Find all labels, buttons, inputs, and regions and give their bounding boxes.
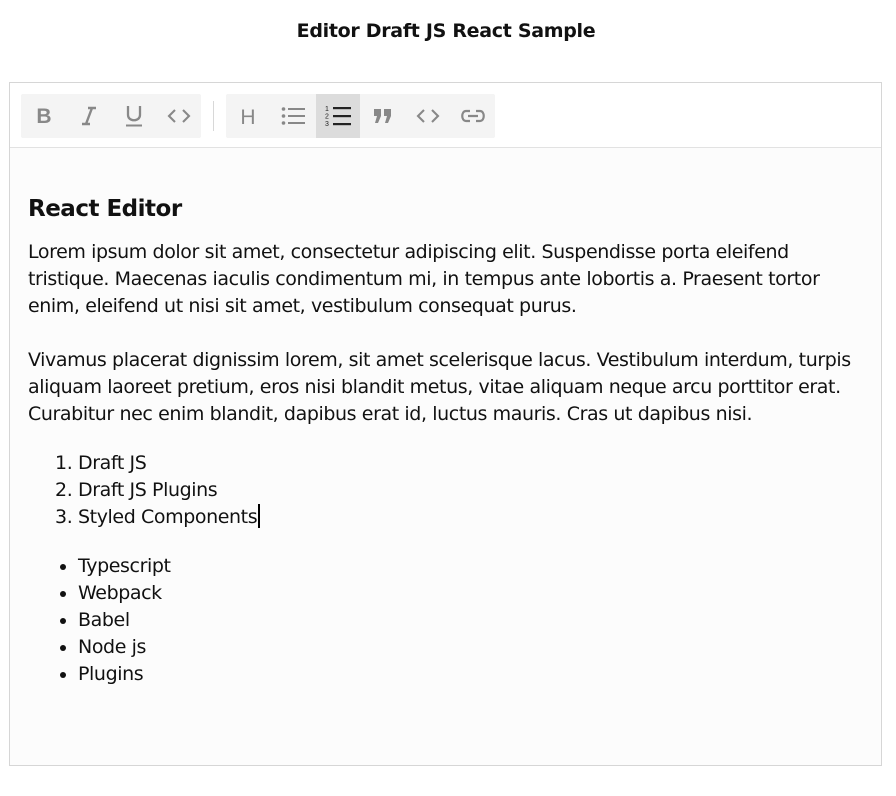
blockquote-icon [373, 109, 391, 123]
unordered-list: Typescript Webpack Babel Node js Plugins [28, 553, 858, 688]
ordered-list-button[interactable]: 1 2 3 [315, 94, 361, 138]
editor-heading: React Editor [28, 196, 182, 222]
code-icon [167, 109, 190, 123]
list-item: Webpack [78, 580, 858, 607]
block-type-buttons: H 1 2 3 [226, 94, 495, 138]
inline-style-buttons: B [21, 94, 201, 138]
unordered-list-icon [281, 107, 306, 125]
bold-button[interactable]: B [21, 94, 66, 138]
rich-text-editor[interactable]: B H 1 2 3 React Editor Lorem ipsum dolor… [9, 82, 882, 766]
paragraph: Lorem ipsum dolor sit amet, consectetur … [28, 241, 820, 317]
unordered-list-button[interactable] [271, 94, 316, 138]
page-title: Editor Draft JS React Sample [296, 20, 596, 42]
list-item: Draft JS Plugins [78, 477, 858, 504]
ordered-list: Draft JS Draft JS Plugins Styled Compone… [28, 450, 858, 531]
heading-button[interactable]: H [226, 94, 271, 138]
list-item: Styled Components [78, 504, 858, 531]
underline-button[interactable] [111, 94, 156, 138]
text-cursor [258, 504, 261, 528]
svg-text:B: B [36, 106, 51, 126]
blockquote-button[interactable] [360, 94, 405, 138]
list-item: Draft JS [78, 450, 858, 477]
heading-icon: H [241, 106, 256, 126]
italic-button[interactable] [66, 94, 111, 138]
list-item: Plugins [78, 661, 858, 688]
list-item-text: Styled Components [78, 506, 258, 528]
svg-text:3: 3 [325, 121, 329, 127]
list-item: Babel [78, 607, 858, 634]
ordered-list-icon: 1 2 3 [325, 106, 352, 127]
editor-toolbar: B H 1 2 3 [10, 83, 881, 148]
paragraph: Vivamus placerat dignissim lorem, sit am… [28, 349, 851, 425]
underline-icon [125, 106, 142, 127]
italic-icon [81, 106, 96, 126]
code-block-icon [416, 109, 440, 123]
list-item: Node js [78, 634, 858, 661]
link-button[interactable] [450, 94, 495, 138]
list-item: Typescript [78, 553, 858, 580]
toolbar-separator [213, 101, 214, 131]
code-block-button[interactable] [405, 94, 450, 138]
link-icon [460, 109, 485, 123]
svg-text:2: 2 [325, 114, 329, 121]
svg-text:1: 1 [325, 106, 329, 113]
inline-code-button[interactable] [156, 94, 201, 138]
bold-icon: B [36, 106, 51, 126]
editor-content[interactable]: React Editor Lorem ipsum dolor sit amet,… [28, 193, 858, 688]
svg-text:H: H [241, 106, 256, 126]
